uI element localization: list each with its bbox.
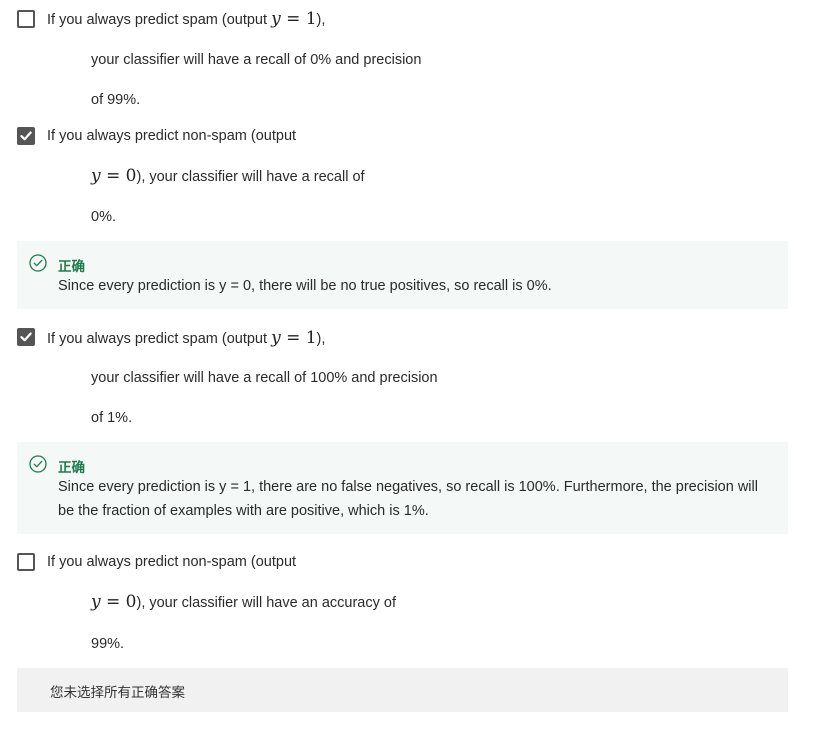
option-1-checkbox[interactable]	[17, 10, 35, 28]
correct-label: 正确	[58, 259, 85, 274]
option-4-line-3: 99%.	[91, 636, 125, 652]
option-2-line-2: y = 0), your classifier will have a reca…	[91, 166, 365, 186]
feedback-explanation-line-1: Since every prediction is y = 1, there a…	[58, 479, 758, 495]
option-3-line-3: of 1%.	[91, 410, 133, 426]
math-expression: y = 1	[271, 9, 317, 29]
option-2-line-3: 0%.	[91, 209, 116, 225]
result-summary: 您未选择所有正确答案	[17, 668, 788, 712]
checkmark-icon	[20, 332, 32, 342]
feedback-explanation-line-2: be the fraction of examples with are pos…	[58, 503, 429, 519]
option-1-line-3: of 99%.	[91, 92, 141, 108]
option-1-line-2: your classifier will have a recall of 0%…	[91, 52, 422, 68]
option-2-checkbox[interactable]	[17, 127, 35, 145]
math-expression: y = 0	[91, 592, 137, 612]
option-4-checkbox[interactable]	[17, 553, 35, 571]
result-summary-text: 您未选择所有正确答案	[50, 685, 185, 700]
option-3-checkbox[interactable]	[17, 328, 35, 346]
option-4-line-1: If you always predict non-spam (output	[47, 554, 297, 570]
option-4[interactable]: If you always predict non-spam (output y…	[0, 545, 816, 663]
check-circle-icon	[29, 455, 47, 473]
correct-label: 正确	[58, 460, 85, 475]
option-3-line-1: If you always predict spam (output y = 1…	[47, 328, 326, 348]
option-2[interactable]: If you always predict non-spam (output y…	[0, 120, 816, 235]
math-expression: y = 1	[271, 328, 317, 348]
checkmark-icon	[20, 131, 32, 141]
option-3[interactable]: If you always predict spam (output y = 1…	[0, 320, 816, 440]
option-1-line-1: If you always predict spam (output y = 1…	[47, 9, 326, 29]
option-2-line-1: If you always predict non-spam (output	[47, 128, 297, 144]
option-3-line-2: your classifier will have a recall of 10…	[91, 370, 438, 386]
option-4-line-2: y = 0), your classifier will have an acc…	[91, 592, 396, 612]
math-expression: y = 0	[91, 166, 137, 186]
feedback-explanation: Since every prediction is y = 0, there w…	[58, 278, 552, 294]
option-1[interactable]: If you always predict spam (output y = 1…	[0, 0, 816, 120]
feedback-correct-2: 正确 Since every prediction is y = 1, ther…	[17, 442, 788, 534]
check-circle-icon	[29, 254, 47, 272]
feedback-correct-1: 正确 Since every prediction is y = 0, ther…	[17, 241, 788, 309]
